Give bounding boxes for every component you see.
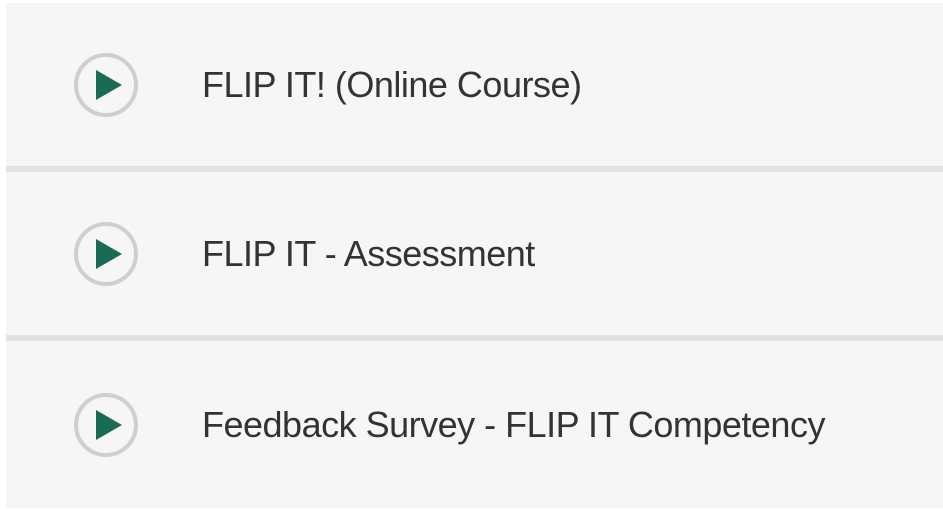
- play-icon: [95, 69, 122, 100]
- course-item-label[interactable]: Feedback Survey - FLIP IT Competency: [202, 404, 825, 446]
- play-icon: [95, 409, 122, 440]
- play-button[interactable]: [74, 52, 138, 117]
- play-button[interactable]: [74, 392, 138, 457]
- play-icon: [95, 238, 122, 269]
- course-item-flip-it-assessment[interactable]: FLIP IT - Assessment: [6, 166, 943, 335]
- course-item-label[interactable]: FLIP IT! (Online Course): [202, 64, 582, 106]
- course-item-feedback-survey[interactable]: Feedback Survey - FLIP IT Competency: [6, 335, 943, 508]
- course-item-flip-it-online-course[interactable]: FLIP IT! (Online Course): [6, 3, 943, 166]
- course-item-list: FLIP IT! (Online Course) FLIP IT - Asses…: [0, 0, 943, 511]
- play-button[interactable]: [74, 221, 138, 286]
- course-item-label[interactable]: FLIP IT - Assessment: [202, 233, 535, 275]
